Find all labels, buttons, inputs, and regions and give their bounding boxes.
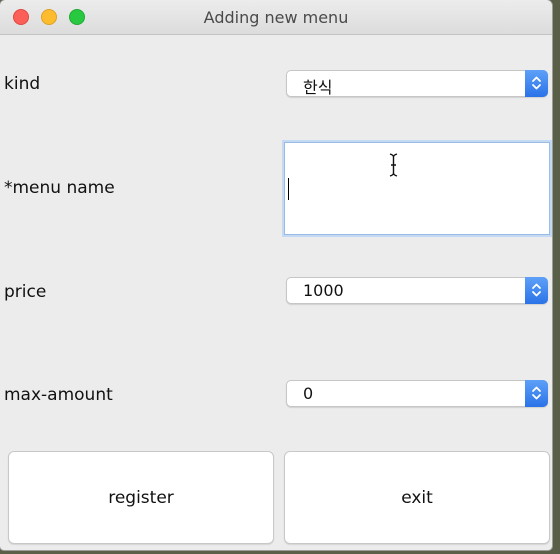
title-bar: Adding new menu bbox=[0, 0, 552, 35]
chevron-updown-icon bbox=[525, 277, 548, 304]
price-label: price bbox=[4, 282, 47, 302]
text-caret bbox=[288, 178, 289, 200]
max-amount-select[interactable]: 0 bbox=[286, 380, 548, 407]
ibeam-cursor-icon bbox=[389, 153, 398, 181]
chevron-updown-icon bbox=[525, 380, 548, 407]
exit-button[interactable]: exit bbox=[284, 451, 550, 544]
price-select[interactable]: 1000 bbox=[286, 277, 548, 304]
price-select-value: 1000 bbox=[303, 281, 344, 300]
register-button[interactable]: register bbox=[8, 451, 274, 544]
max-amount-select-value: 0 bbox=[303, 384, 314, 403]
menu-name-input[interactable] bbox=[284, 142, 550, 235]
kind-select-value: 한식 bbox=[303, 78, 333, 97]
menu-name-label: *menu name bbox=[4, 178, 115, 198]
window-title: Adding new menu bbox=[203, 8, 349, 27]
kind-select[interactable]: 한식 bbox=[286, 70, 548, 97]
chevron-updown-icon bbox=[525, 70, 548, 97]
kind-label: kind bbox=[4, 74, 41, 94]
max-amount-label: max-amount bbox=[4, 385, 113, 405]
dialog-window: Adding new menu kind 한식 *menu name price… bbox=[0, 0, 552, 550]
